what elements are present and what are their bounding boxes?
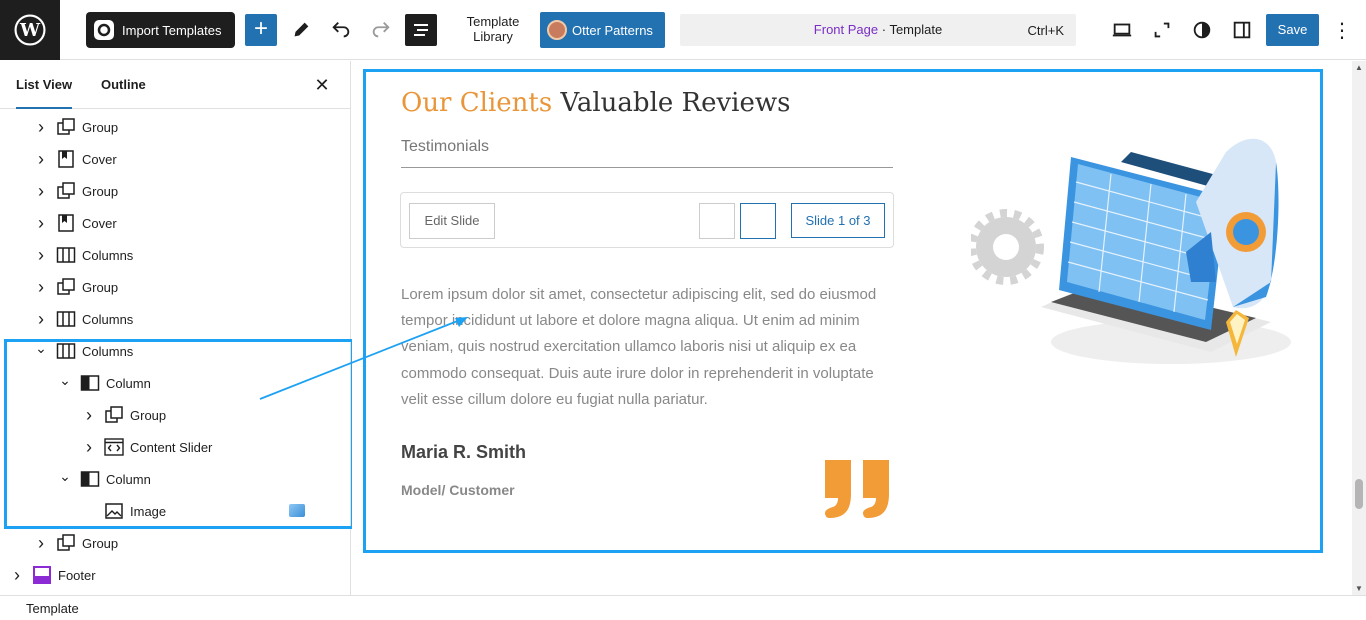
close-icon[interactable]: ✕ <box>312 75 332 95</box>
list-view-item-columns[interactable]: › Columns <box>0 303 350 335</box>
edit-slide-button[interactable]: Edit Slide <box>409 203 495 239</box>
desktop-preview-icon[interactable] <box>1106 14 1138 46</box>
breadcrumb-template[interactable]: Template <box>26 601 79 616</box>
otter-patterns-button[interactable]: Otter Patterns <box>540 12 665 48</box>
list-view-item-label: Group <box>82 535 119 551</box>
list-view-item-cover[interactable]: › Cover <box>0 207 350 239</box>
template-library-line2: Library <box>473 29 513 44</box>
group-icon <box>56 533 76 553</box>
svg-text:W: W <box>19 20 41 41</box>
styles-contrast-icon[interactable] <box>1186 14 1218 46</box>
chevron-right-icon[interactable]: › <box>34 245 48 265</box>
list-view-item-label: Group <box>82 119 119 135</box>
testimonial-author[interactable]: Maria R. Smith <box>401 442 526 463</box>
group-icon <box>56 277 76 297</box>
settings-sidebar-icon[interactable] <box>1226 14 1258 46</box>
selection-highlight-box <box>4 339 354 529</box>
tab-list-view[interactable]: List View <box>16 61 73 109</box>
list-view-item-label: Group <box>82 279 119 295</box>
command-separator: · <box>878 22 890 37</box>
command-palette-bar[interactable]: Front Page · Template Ctrl+K <box>680 14 1076 46</box>
laptop-rocket-illustration <box>971 138 1291 364</box>
add-block-button[interactable]: + <box>245 14 277 46</box>
scroll-down-icon[interactable]: ▼ <box>1355 584 1363 593</box>
list-view-item-footer[interactable]: › Footer <box>0 559 350 591</box>
command-title: Front Page · Template <box>680 22 1076 37</box>
chevron-right-icon[interactable]: › <box>34 181 48 201</box>
list-view-item-group[interactable]: › Group <box>0 175 350 207</box>
cover-icon <box>56 149 76 169</box>
list-view-item-columns[interactable]: › Columns <box>0 239 350 271</box>
save-button[interactable]: Save <box>1266 14 1319 46</box>
columns-icon <box>56 245 76 265</box>
tab-outline[interactable]: Outline <box>101 61 146 109</box>
list-view-item-group[interactable]: › Group <box>0 111 350 143</box>
pencil-tools-icon[interactable] <box>285 14 317 46</box>
list-view-sidebar: List View Outline ✕ › Group › Cover › Group › C… <box>0 61 354 595</box>
list-view-item-group[interactable]: › Group <box>0 527 350 559</box>
content-slider-toolbar: Edit Slide Slide 1 of 3 <box>400 192 894 248</box>
canvas-scrollbar[interactable]: ▲ ▼ <box>1352 61 1366 595</box>
template-library-button[interactable]: Template Library <box>458 14 528 48</box>
import-templates-label: Import Templates <box>122 22 222 38</box>
heading-accent: Our Clients <box>401 88 553 118</box>
chevron-right-icon[interactable]: › <box>10 565 24 585</box>
testimonial-quote[interactable]: Lorem ipsum dolor sit amet, consectetur … <box>401 282 893 413</box>
fullscreen-icon[interactable] <box>1146 14 1178 46</box>
section-heading[interactable]: Our Clients Valuable Reviews <box>401 88 790 118</box>
columns-icon <box>56 309 76 329</box>
testimonials-subheading[interactable]: Testimonials <box>401 138 489 156</box>
heading-rest: Valuable Reviews <box>552 88 791 118</box>
chevron-right-icon[interactable]: › <box>34 277 48 297</box>
list-view-item-label: Cover <box>82 215 117 231</box>
template-library-line1: Template <box>466 14 520 29</box>
command-page-name: Front Page <box>813 22 879 37</box>
command-shortcut: Ctrl+K <box>1027 23 1064 38</box>
import-templates-button[interactable]: Import Templates <box>86 12 235 48</box>
divider <box>401 167 893 168</box>
editor-topbar: W Import Templates + Template Library Ot… <box>0 0 1366 60</box>
cover-icon <box>56 213 76 233</box>
chevron-right-icon[interactable]: › <box>34 533 48 553</box>
selected-block-frame[interactable]: Our Clients Valuable Reviews Testimonial… <box>363 69 1323 553</box>
command-type: Template <box>889 22 943 37</box>
list-view-item-group[interactable]: › Group <box>0 271 350 303</box>
list-view-item-label: Footer <box>58 567 96 583</box>
chevron-right-icon[interactable]: › <box>34 117 48 137</box>
templates-logo-icon <box>94 20 114 40</box>
list-view-item-label: Group <box>82 183 119 199</box>
chevron-right-icon[interactable]: › <box>34 149 48 169</box>
previous-slide-button[interactable] <box>699 203 735 239</box>
chevron-right-icon[interactable]: › <box>34 213 48 233</box>
sidebar-tabs: List View Outline ✕ <box>0 61 350 109</box>
gear-icon <box>971 209 1044 285</box>
editor-canvas: Our Clients Valuable Reviews Testimonial… <box>352 61 1352 595</box>
testimonial-role[interactable]: Model/ Customer <box>401 482 515 498</box>
chevron-right-icon[interactable]: › <box>34 309 48 329</box>
list-view-item-label: Columns <box>82 311 134 327</box>
otter-avatar-icon <box>547 20 567 40</box>
list-view-item-label: Columns <box>82 247 134 263</box>
redo-icon[interactable] <box>365 14 397 46</box>
document-overview-button[interactable] <box>405 14 437 46</box>
list-view-item-cover[interactable]: › Cover <box>0 143 350 175</box>
editor-footer: Template <box>0 595 1366 620</box>
footer-icon <box>32 565 52 585</box>
scroll-up-icon[interactable]: ▲ <box>1355 63 1363 72</box>
quote-mark-icon <box>825 460 889 518</box>
wordpress-logo-icon[interactable]: W <box>0 0 60 60</box>
next-slide-button[interactable] <box>740 203 776 239</box>
list-view-item-label: Cover <box>82 151 117 167</box>
group-icon <box>56 117 76 137</box>
slide-counter[interactable]: Slide 1 of 3 <box>791 203 885 238</box>
otter-patterns-label: Otter Patterns <box>572 22 653 38</box>
group-icon <box>56 181 76 201</box>
more-options-icon[interactable]: ⋮ <box>1330 14 1354 46</box>
scroll-thumb[interactable] <box>1355 479 1363 509</box>
undo-icon[interactable] <box>325 14 357 46</box>
